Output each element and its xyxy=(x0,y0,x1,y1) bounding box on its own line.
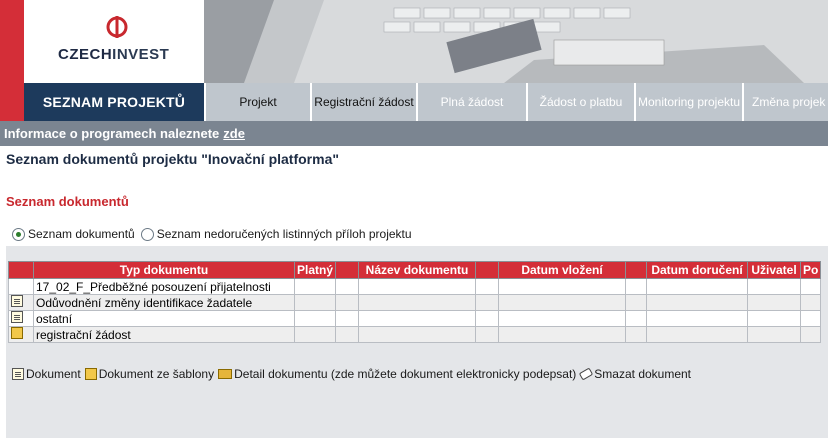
col-uzivatel[interactable]: Uživatel xyxy=(747,261,802,279)
legend-document: Dokument xyxy=(26,367,81,381)
col-nazev-dokumentu[interactable]: Název dokumentu xyxy=(358,261,477,279)
nav-red-strip xyxy=(0,83,24,121)
tab-plna-zadost[interactable]: Plná žádost xyxy=(416,83,526,121)
row-type[interactable]: Odůvodnění změny identifikace žadatele xyxy=(33,294,295,311)
col-sort-2 xyxy=(475,261,500,279)
template-icon xyxy=(84,368,97,380)
info-text: Informace o programech naleznete xyxy=(4,126,220,141)
radio-documents-label[interactable]: Seznam dokumentů xyxy=(28,227,135,241)
info-bar: Informace o programech naleznete zde xyxy=(0,121,828,146)
page-title: Seznam dokumentů projektu "Inovační plat… xyxy=(6,151,339,167)
icon-legend: Dokument Dokument ze šablony Detail doku… xyxy=(12,367,693,381)
tab-registracni-zadost[interactable]: Registrační žádost xyxy=(310,83,416,121)
document-icon[interactable] xyxy=(11,311,23,323)
col-icon xyxy=(8,261,34,279)
section-title: Seznam dokumentů xyxy=(6,194,129,209)
legend-delete: Smazat dokument xyxy=(594,367,692,381)
legend-detail: Detail dokumentu (zde můžete dokument el… xyxy=(234,367,577,381)
radio-undelivered-attachments[interactable] xyxy=(140,227,154,241)
col-datum-vlozeni[interactable]: Datum vložení xyxy=(498,261,627,279)
table-row[interactable]: Odůvodnění změny identifikace žadatele xyxy=(8,294,822,311)
tab-zmena-projektu[interactable]: Změna projek xyxy=(742,83,828,121)
row-icon-cell xyxy=(8,294,34,311)
row-type[interactable]: ostatní xyxy=(33,310,295,327)
row-type[interactable]: registrační žádost xyxy=(33,326,295,343)
col-po[interactable]: Po xyxy=(800,261,822,279)
col-sort-1 xyxy=(335,261,360,279)
col-typ-dokumentu[interactable]: Typ dokumentu xyxy=(33,261,295,279)
tab-monitoring-projektu[interactable]: Monitoring projektu xyxy=(634,83,742,121)
document-icon xyxy=(12,368,24,380)
radio-undelivered-attachments-label[interactable]: Seznam nedoručených listinných příloh pr… xyxy=(157,227,412,241)
brand-red-strip xyxy=(0,0,24,83)
main-nav: SEZNAM PROJEKTŮ Projekt Registrační žádo… xyxy=(0,83,828,121)
row-icon-cell xyxy=(8,278,34,295)
documents-table: Typ dokumentu Platný Název dokumentu Dat… xyxy=(8,261,822,343)
col-datum-doruceni[interactable]: Datum doručení xyxy=(646,261,749,279)
tab-projekt[interactable]: Projekt xyxy=(204,83,310,121)
col-platny[interactable]: Platný xyxy=(293,261,337,279)
logo-mark-icon xyxy=(106,16,128,38)
row-icon-cell xyxy=(8,310,34,327)
eraser-icon xyxy=(579,367,594,381)
list-mode-radios: Seznam dokumentů Seznam nedoručených lis… xyxy=(12,227,418,241)
info-link[interactable]: zde xyxy=(223,126,245,141)
template-icon[interactable] xyxy=(11,327,23,339)
table-row[interactable]: 17_02_F_Předběžné posouzení přijatelnost… xyxy=(8,278,822,295)
logo-text: CZECHINVEST xyxy=(58,46,170,63)
row-icon-cell xyxy=(8,326,34,343)
tab-zadost-o-platbu[interactable]: Žádost o platbu xyxy=(526,83,634,121)
col-sort-3 xyxy=(625,261,648,279)
document-icon[interactable] xyxy=(11,295,23,307)
czechinvest-logo[interactable]: CZECHINVEST xyxy=(24,0,204,83)
radio-documents[interactable] xyxy=(12,227,25,241)
open-folder-icon xyxy=(218,369,233,379)
table-row[interactable]: ostatní xyxy=(8,310,822,327)
table-header-row: Typ dokumentu Platný Název dokumentu Dat… xyxy=(8,261,822,279)
row-type[interactable]: 17_02_F_Předběžné posouzení přijatelnost… xyxy=(33,278,295,295)
header-photo xyxy=(204,0,828,83)
nav-title-project-list[interactable]: SEZNAM PROJEKTŮ xyxy=(24,83,204,121)
table-row[interactable]: registrační žádost xyxy=(8,326,822,343)
legend-template: Dokument ze šablony xyxy=(98,367,215,381)
